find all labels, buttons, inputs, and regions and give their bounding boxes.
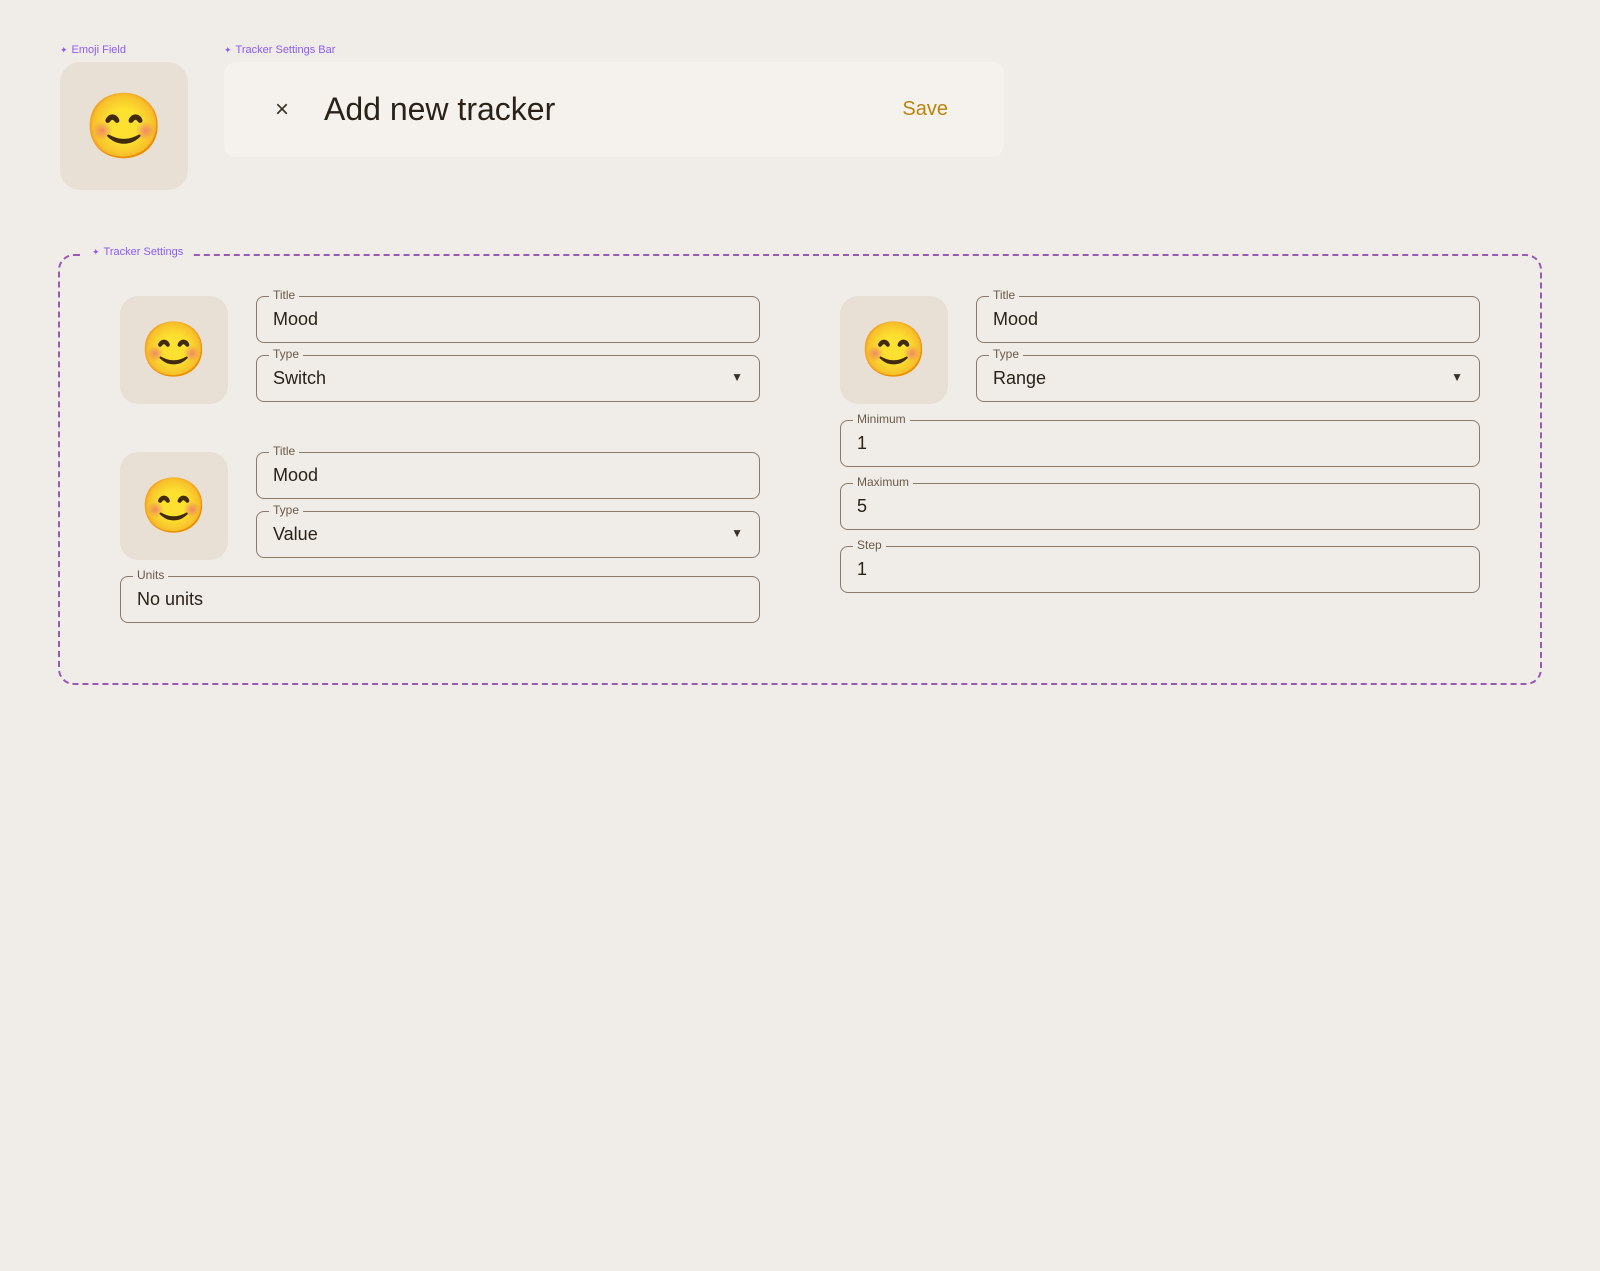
left-top-title-input[interactable] — [273, 305, 743, 330]
right-type-select[interactable]: Switch Value Range Boolean — [993, 364, 1463, 388]
settings-grid: 😊 Title Type Switch — [120, 296, 1480, 623]
left-top-type-select[interactable]: Switch Value Range Boolean — [273, 364, 743, 388]
right-emoji[interactable]: 😊 — [840, 296, 948, 404]
tracker-title: Add new tracker — [324, 91, 862, 128]
right-maximum-input[interactable] — [857, 492, 1463, 517]
right-minimum-input[interactable] — [857, 429, 1463, 454]
tracker-settings-label: Tracker Settings — [84, 246, 191, 258]
tracker-bar-label: Tracker Settings Bar — [224, 44, 1004, 56]
left-bottom-units-legend: Units — [133, 568, 168, 582]
left-bottom-item-row: 😊 Title Type Switch — [120, 452, 760, 560]
left-top-type-field: Type Switch Value Range Boolean — [256, 355, 760, 402]
left-bottom-emoji[interactable]: 😊 — [120, 452, 228, 560]
right-step-field: Step — [840, 546, 1480, 593]
right-step-legend: Step — [853, 538, 886, 552]
right-type-select-wrapper: Switch Value Range Boolean — [993, 364, 1463, 389]
right-maximum-legend: Maximum — [853, 475, 913, 489]
right-minimum-field: Minimum — [840, 420, 1480, 467]
left-bottom-title-input[interactable] — [273, 461, 743, 486]
right-item-layout: 😊 Title Type Switch — [840, 296, 1480, 593]
left-bottom-type-select[interactable]: Switch Value Range Boolean — [273, 520, 743, 544]
emoji-field-label: Emoji Field — [60, 44, 188, 56]
left-bottom-fields: Title Type Switch Value Range — [256, 452, 760, 558]
tracker-bar-section: Tracker Settings Bar × Add new tracker S… — [224, 44, 1004, 157]
left-column: 😊 Title Type Switch — [120, 296, 760, 623]
left-top-type-select-wrapper: Switch Value Range Boolean — [273, 364, 743, 389]
close-button[interactable]: × — [264, 92, 300, 128]
tracker-settings-box: Tracker Settings 😊 Title Type — [58, 254, 1542, 685]
left-top-item: 😊 Title Type Switch — [120, 296, 760, 404]
tracker-settings-section: Tracker Settings 😊 Title Type — [58, 254, 1542, 685]
left-bottom-item: 😊 Title Type Switch — [120, 452, 760, 623]
right-title-input[interactable] — [993, 305, 1463, 330]
left-top-emoji[interactable]: 😊 — [120, 296, 228, 404]
left-top-type-legend: Type — [269, 347, 303, 361]
left-bottom-type-select-wrapper: Switch Value Range Boolean — [273, 520, 743, 545]
right-type-legend: Type — [989, 347, 1023, 361]
right-fields: Title Type Switch Value Range — [976, 296, 1480, 402]
left-bottom-units-input[interactable] — [137, 585, 743, 610]
right-step-input[interactable] — [857, 555, 1463, 580]
right-column: 😊 Title Type Switch — [840, 296, 1480, 623]
right-item-row: 😊 Title Type Switch — [840, 296, 1480, 404]
emoji-field-card[interactable]: 😊 — [60, 62, 188, 190]
left-bottom-units-field: Units — [120, 576, 760, 623]
save-button[interactable]: Save — [886, 90, 964, 129]
right-maximum-field: Maximum — [840, 483, 1480, 530]
right-title-field: Title — [976, 296, 1480, 343]
right-type-field: Type Switch Value Range Boolean — [976, 355, 1480, 402]
left-top-title-field: Title — [256, 296, 760, 343]
tracker-bar: × Add new tracker Save — [224, 62, 1004, 157]
left-top-title-legend: Title — [269, 288, 299, 302]
left-bottom-title-field: Title — [256, 452, 760, 499]
left-top-item-row: 😊 Title Type Switch — [120, 296, 760, 404]
left-bottom-title-legend: Title — [269, 444, 299, 458]
left-bottom-type-field: Type Switch Value Range Boolean — [256, 511, 760, 558]
emoji-field-section: Emoji Field 😊 — [60, 44, 188, 190]
right-minimum-legend: Minimum — [853, 412, 910, 426]
left-top-fields: Title Type Switch Value Range — [256, 296, 760, 402]
left-bottom-type-legend: Type — [269, 503, 303, 517]
right-title-legend: Title — [989, 288, 1019, 302]
